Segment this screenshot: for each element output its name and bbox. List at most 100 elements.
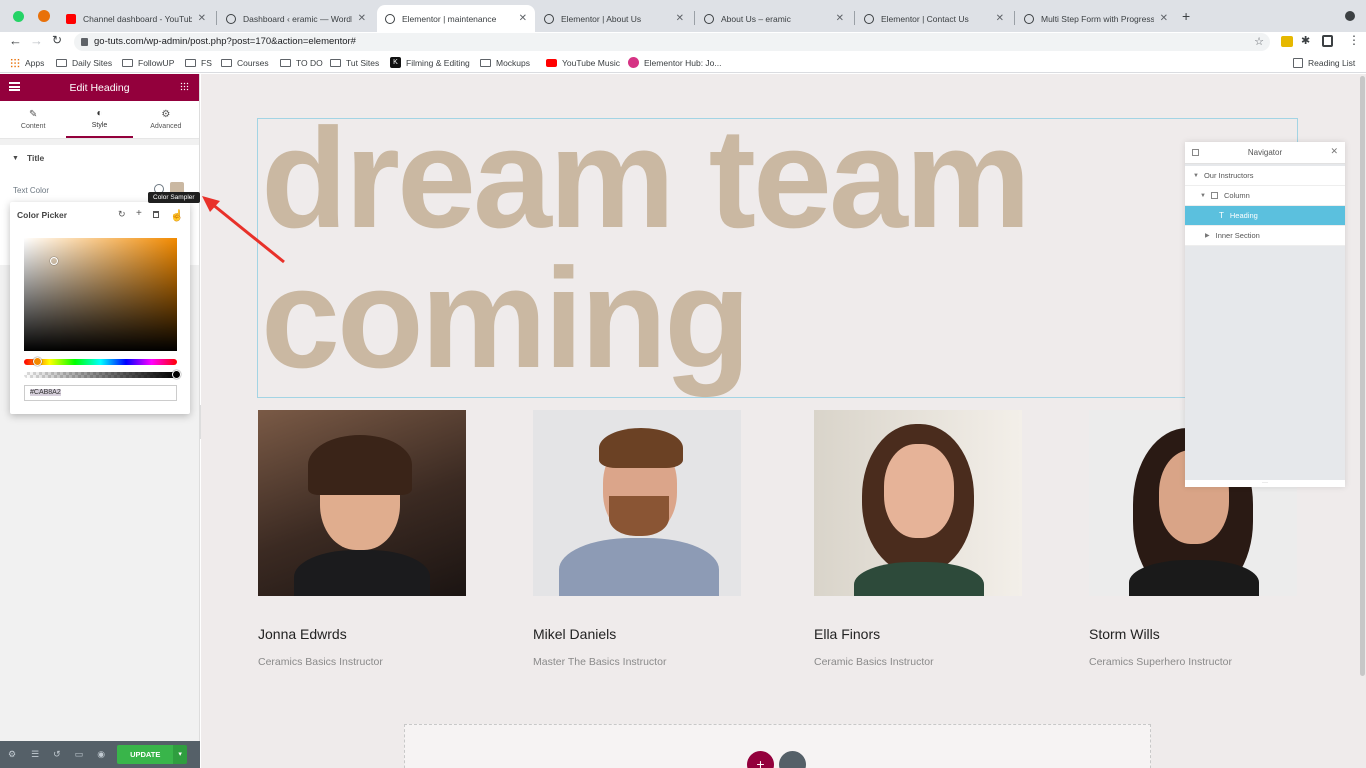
tab-advanced[interactable]: ⚙ Advanced — [133, 101, 199, 138]
reading-list-icon — [1293, 57, 1303, 68]
tab-elementor-about[interactable]: Elementor | About Us ✕ — [536, 5, 692, 32]
tab-wordpress-dashboard[interactable]: Dashboard ‹ eramic — WordPr ✕ — [218, 5, 374, 32]
bookmark-fs[interactable]: FS — [185, 56, 212, 69]
tab-multistep-form[interactable]: Multi Step Form with Progress ✕ — [1016, 5, 1176, 32]
navigator-resize-handle[interactable]: ··· — [1185, 480, 1345, 487]
bookmark-elementor-hub[interactable]: Elementor Hub: Jo... — [628, 56, 721, 69]
puzzle-icon[interactable]: ✱ — [1301, 34, 1310, 47]
menu-dots-icon[interactable]: ⋮ — [1348, 33, 1360, 47]
close-icon[interactable]: ✕ — [996, 13, 1004, 24]
hue-handle[interactable] — [33, 357, 42, 366]
bookmark-to-do[interactable]: TO DO — [280, 56, 323, 69]
back-icon[interactable]: ← — [9, 33, 22, 48]
add-section-dropzone[interactable] — [404, 724, 1151, 768]
bookmark-label: TO DO — [296, 57, 323, 68]
bookmark-label: YouTube Music — [562, 57, 620, 68]
saturation-handle[interactable] — [50, 257, 58, 265]
opacity-handle[interactable] — [172, 370, 181, 379]
close-icon[interactable]: ✕ — [519, 13, 527, 24]
star-icon[interactable]: ☆ — [1254, 33, 1264, 51]
tab-title: Elementor | About Us — [561, 13, 642, 24]
folder-icon — [56, 58, 67, 67]
bookmark-tut-sites[interactable]: Tut Sites — [330, 56, 379, 69]
close-icon[interactable]: ✕ — [676, 13, 684, 24]
section-title-toggle[interactable]: ▼ Title — [0, 145, 199, 171]
bookmark-filming-editing[interactable]: K Filming & Editing — [390, 56, 470, 69]
bookmark-apps[interactable]: Apps — [10, 56, 44, 69]
bookmark-followup[interactable]: FollowUP — [122, 56, 174, 69]
update-options-caret-icon[interactable]: ▾ — [173, 745, 187, 764]
navigator-item-column[interactable]: ▼ Column — [1185, 186, 1345, 206]
add-color-icon[interactable]: + — [136, 208, 142, 219]
scrollbar[interactable] — [1360, 76, 1365, 676]
navigator-panel: Navigator ✕ ▼ Our Instructors ▼ Column T… — [1185, 142, 1345, 487]
close-icon[interactable]: ✕ — [1330, 146, 1338, 157]
preview-eye-icon[interactable]: ◉ — [97, 749, 105, 760]
folder-icon — [221, 58, 232, 67]
address-bar[interactable]: go-tuts.com/wp-admin/post.php?post=170&a… — [74, 33, 1270, 51]
section-title: Title — [26, 153, 45, 163]
k-icon: K — [390, 57, 401, 68]
saturation-area[interactable] — [24, 238, 177, 351]
navigator-item-label: Column — [1223, 191, 1250, 200]
responsive-icon[interactable]: ▭ — [75, 749, 84, 760]
instructor-role: Ceramics Superhero Instructor — [1089, 656, 1232, 668]
reload-icon[interactable]: ↻ — [52, 33, 62, 47]
extension-icon[interactable] — [1281, 36, 1293, 47]
folder-icon — [330, 58, 341, 67]
tab-title: Multi Step Form with Progress — [1041, 13, 1154, 24]
new-tab-icon[interactable]: + — [1182, 8, 1190, 24]
reading-list[interactable]: Reading List — [1293, 56, 1355, 69]
tab-youtube-dashboard[interactable]: Channel dashboard - YouTube ✕ — [58, 5, 214, 32]
bookmark-label: Courses — [237, 57, 269, 68]
tab-content[interactable]: ✎ Content — [0, 101, 66, 138]
navigator-item-our-instructors[interactable]: ▼ Our Instructors — [1185, 166, 1345, 186]
bookmark-youtube-music[interactable]: YouTube Music — [546, 56, 620, 69]
bookmark-label: Elementor Hub: Jo... — [644, 57, 722, 68]
whatsapp-tab-icon[interactable] — [13, 11, 24, 22]
pinned-tab-icon[interactable] — [38, 10, 50, 22]
hamburger-menu-icon[interactable] — [9, 82, 20, 91]
color-sampler-icon[interactable]: ☝ — [170, 209, 184, 222]
hue-slider[interactable] — [24, 359, 177, 365]
globe-icon — [544, 13, 554, 24]
close-icon[interactable]: ✕ — [198, 13, 206, 24]
bookmark-label: Daily Sites — [72, 57, 113, 68]
opacity-slider[interactable] — [24, 372, 177, 378]
navigator-title: Navigator — [1247, 148, 1283, 157]
bookmark-mockups[interactable]: Mockups — [480, 56, 530, 69]
settings-icon[interactable]: ⚙ — [8, 749, 16, 760]
forward-icon[interactable]: → — [30, 33, 43, 48]
tab-style[interactable]: ◐ Style — [66, 101, 133, 138]
navigator-item-inner-section[interactable]: ▶ Inner Section — [1185, 226, 1345, 246]
reset-icon[interactable]: ↻ — [118, 209, 126, 220]
hex-input[interactable]: #CAB8A2 — [24, 385, 177, 401]
close-icon[interactable]: ✕ — [1160, 13, 1168, 24]
bookmark-label: Filming & Editing — [406, 57, 470, 68]
panel-title: Edit Heading — [69, 81, 130, 94]
tab-title: About Us – eramic — [721, 13, 791, 24]
tab-title: Dashboard ‹ eramic — WordPr — [243, 13, 352, 24]
tab-about-us[interactable]: About Us – eramic ✕ — [696, 5, 852, 32]
instructor-role: Ceramics Basics Instructor — [258, 656, 383, 668]
navigator-header[interactable]: Navigator ✕ — [1185, 142, 1345, 164]
navigator-item-heading[interactable]: T Heading — [1185, 206, 1345, 226]
update-button[interactable]: UPDATE — [117, 745, 174, 764]
contrast-icon: ◐ — [96, 108, 103, 119]
tab-elementor-maintenance[interactable]: Elementor | maintenance ✕ — [377, 5, 535, 32]
layers-icon[interactable]: ☰ — [31, 749, 39, 760]
caret-down-icon: ▼ — [1193, 172, 1199, 179]
heading-line: dream team — [261, 99, 1031, 258]
tab-search-icon[interactable] — [1345, 11, 1355, 21]
close-icon[interactable]: ✕ — [836, 13, 844, 24]
close-icon[interactable]: ✕ — [358, 13, 366, 24]
profile-icon[interactable] — [1322, 35, 1333, 47]
history-icon[interactable]: ↺ — [53, 749, 61, 760]
tab-elementor-contact[interactable]: Elementor | Contact Us ✕ — [856, 5, 1012, 32]
bookmark-courses[interactable]: Courses — [221, 56, 269, 69]
instructor-role: Master The Basics Instructor — [533, 656, 667, 668]
trash-icon[interactable] — [153, 211, 159, 218]
widgets-grid-icon[interactable] — [180, 82, 189, 91]
panel-header: Edit Heading — [0, 74, 199, 101]
bookmark-daily-sites[interactable]: Daily Sites — [56, 56, 112, 69]
